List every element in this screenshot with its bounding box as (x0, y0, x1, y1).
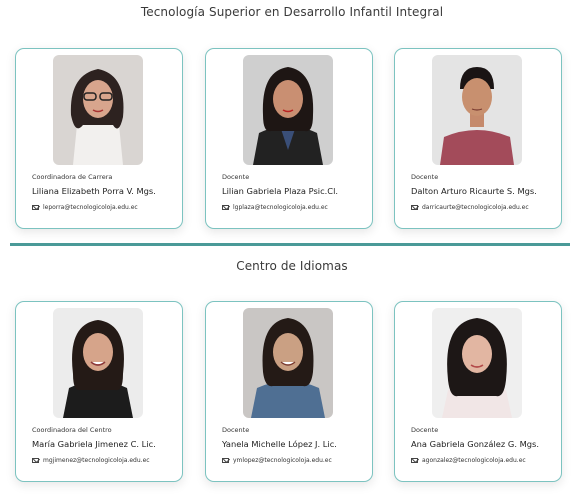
staff-name: Lilian Gabriela Plaza Psic.Cl. (222, 186, 339, 196)
envelope-icon (411, 458, 418, 463)
staff-email-text[interactable]: leporra@tecnologicoloja.edu.ec (43, 204, 138, 211)
staff-name: Ana Gabriela González G. Mgs. (411, 439, 539, 449)
staff-card[interactable]: Docente Yanela Michelle López J. Lic. ym… (205, 301, 373, 482)
staff-role: Coordinadora de Carrera (32, 173, 113, 181)
staff-email-text[interactable]: lgplaza@tecnologicoloja.edu.ec (233, 204, 328, 211)
staff-card[interactable]: Docente Dalton Arturo Ricaurte S. Mgs. d… (394, 48, 562, 229)
staff-name: Liliana Elizabeth Porra V. Mgs. (32, 186, 156, 196)
staff-email-text[interactable]: darricaurte@tecnologicoloja.edu.ec (422, 204, 529, 211)
staff-role: Docente (222, 173, 250, 181)
staff-email-text[interactable]: mgjimenez@tecnologicoloja.edu.ec (43, 457, 150, 464)
staff-photo (53, 55, 143, 165)
staff-role: Coordinadora del Centro (32, 426, 112, 434)
staff-card[interactable]: Coordinadora de Carrera Liliana Elizabet… (15, 48, 183, 229)
staff-email[interactable]: ymlopez@tecnologicoloja.edu.ec (222, 457, 332, 464)
staff-name: Dalton Arturo Ricaurte S. Mgs. (411, 186, 537, 196)
staff-card[interactable]: Docente Lilian Gabriela Plaza Psic.Cl. l… (205, 48, 373, 229)
envelope-icon (411, 205, 418, 210)
section-title-idiomas: Centro de Idiomas (236, 259, 348, 273)
staff-email[interactable]: mgjimenez@tecnologicoloja.edu.ec (32, 457, 150, 464)
staff-photo (243, 55, 333, 165)
staff-photo (432, 308, 522, 418)
staff-email[interactable]: darricaurte@tecnologicoloja.edu.ec (411, 204, 529, 211)
staff-email-text[interactable]: agonzalez@tecnologicoloja.edu.ec (422, 457, 526, 464)
envelope-icon (32, 458, 39, 463)
section-title-tecnologia: Tecnología Superior en Desarrollo Infant… (140, 5, 444, 19)
envelope-icon (222, 458, 229, 463)
staff-role: Docente (411, 426, 439, 434)
staff-name: María Gabriela Jimenez C. Lic. (32, 439, 156, 449)
staff-email[interactable]: agonzalez@tecnologicoloja.edu.ec (411, 457, 526, 464)
staff-email[interactable]: lgplaza@tecnologicoloja.edu.ec (222, 204, 328, 211)
envelope-icon (222, 205, 229, 210)
staff-role: Docente (411, 173, 439, 181)
staff-photo (243, 308, 333, 418)
envelope-icon (32, 205, 39, 210)
staff-card[interactable]: Coordinadora del Centro María Gabriela J… (15, 301, 183, 482)
staff-name: Yanela Michelle López J. Lic. (222, 439, 337, 449)
staff-photo (432, 55, 522, 165)
staff-photo (53, 308, 143, 418)
staff-email[interactable]: leporra@tecnologicoloja.edu.ec (32, 204, 138, 211)
staff-role: Docente (222, 426, 250, 434)
staff-email-text[interactable]: ymlopez@tecnologicoloja.edu.ec (233, 457, 332, 464)
staff-card[interactable]: Docente Ana Gabriela González G. Mgs. ag… (394, 301, 562, 482)
section-divider (10, 243, 570, 246)
